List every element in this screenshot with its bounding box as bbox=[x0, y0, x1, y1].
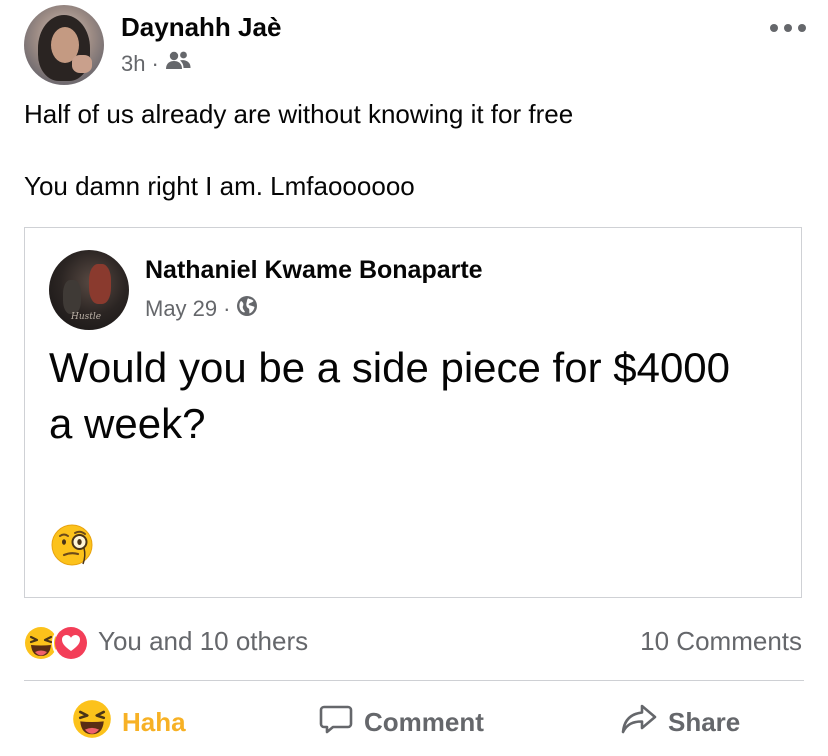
meta-separator: · bbox=[223, 296, 231, 321]
shared-author-avatar[interactable]: Hustle bbox=[49, 250, 129, 330]
share-button[interactable]: Share bbox=[620, 698, 740, 746]
globe-icon[interactable] bbox=[236, 295, 258, 323]
author-avatar[interactable] bbox=[24, 5, 104, 85]
haha-icon bbox=[72, 699, 112, 746]
comment-label: Comment bbox=[364, 706, 484, 737]
comments-count-link[interactable]: 10 Comments bbox=[640, 626, 802, 657]
haha-label: Haha bbox=[122, 706, 186, 737]
reactions-summary[interactable]: You and 10 others bbox=[98, 626, 308, 657]
love-reaction-icon bbox=[52, 624, 90, 662]
shared-post-date[interactable]: May 29 bbox=[145, 296, 217, 322]
post-time[interactable]: 3h bbox=[121, 51, 145, 77]
shared-post-text: Would you be a side piece for $4000 a we… bbox=[49, 344, 731, 447]
divider bbox=[24, 680, 804, 681]
post-meta: 3h · bbox=[121, 50, 191, 78]
comment-button[interactable]: Comment bbox=[318, 698, 484, 746]
share-label: Share bbox=[668, 706, 741, 737]
reaction-icons[interactable] bbox=[24, 624, 90, 662]
comment-icon bbox=[318, 701, 354, 744]
meta-separator: · bbox=[151, 51, 159, 76]
shared-post-card[interactable]: Hustle Nathaniel Kwame Bonaparte May 29 … bbox=[24, 227, 802, 598]
author-name[interactable]: Daynahh Jaè bbox=[121, 12, 281, 43]
post-text-line: Half of us already are without knowing i… bbox=[24, 99, 574, 129]
more-options-icon[interactable] bbox=[770, 16, 806, 40]
feed-post: Daynahh Jaè 3h · Half of us already are … bbox=[0, 0, 828, 756]
face-with-monocle-emoji bbox=[51, 524, 93, 566]
shared-author-name[interactable]: Nathaniel Kwame Bonaparte bbox=[145, 256, 483, 285]
share-icon bbox=[620, 701, 658, 744]
post-text-line: You damn right I am. Lmfaoooooo bbox=[24, 171, 415, 201]
haha-button[interactable]: Haha bbox=[72, 698, 186, 746]
friends-icon[interactable] bbox=[165, 50, 191, 78]
shared-post-meta: May 29 · bbox=[145, 295, 258, 323]
